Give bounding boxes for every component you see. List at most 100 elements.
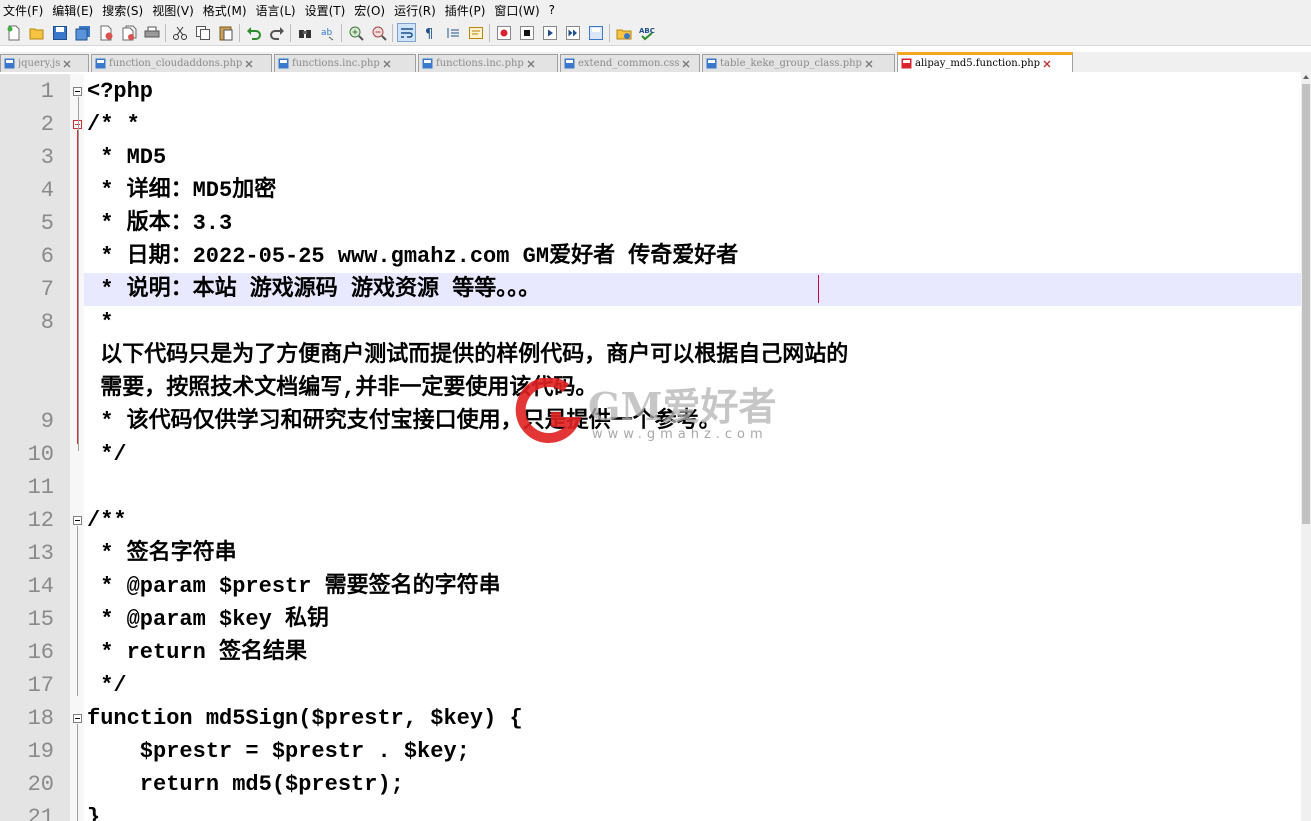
line-number: 1 bbox=[40, 79, 54, 104]
code-line: } bbox=[87, 805, 101, 821]
undo-icon[interactable] bbox=[244, 23, 263, 42]
fold-toggle-icon[interactable] bbox=[73, 516, 82, 525]
menu-macro[interactable]: 宏(O) bbox=[351, 2, 391, 19]
toolbar-separator bbox=[341, 23, 342, 42]
code-line-wrapped: 以下代码只是为了方便商户测试而提供的样例代码，商户可以根据自己网站的 bbox=[87, 343, 849, 368]
line-number: 20 bbox=[27, 772, 54, 797]
replace-icon[interactable]: ab bbox=[318, 23, 337, 42]
line-number: 13 bbox=[27, 541, 54, 566]
close-tab-icon[interactable] bbox=[382, 59, 392, 69]
open-folder-icon[interactable] bbox=[27, 23, 46, 42]
code-line: return md5($prestr); bbox=[87, 772, 404, 797]
save-all-icon[interactable] bbox=[73, 23, 92, 42]
code-line: <?php bbox=[87, 79, 154, 104]
file-icon bbox=[706, 58, 717, 69]
line-number: 8 bbox=[40, 310, 54, 335]
close-tab-icon[interactable] bbox=[62, 59, 72, 69]
code-line: $prestr = $prestr . $key; bbox=[87, 739, 470, 764]
launch-browser-icon[interactable] bbox=[614, 23, 633, 42]
line-number: 11 bbox=[27, 475, 54, 500]
close-tab-icon[interactable] bbox=[244, 59, 254, 69]
tab-jquery-js[interactable]: jquery.js bbox=[0, 54, 89, 72]
tab-alipay-md5-function[interactable]: alipay_md5.function.php bbox=[897, 52, 1073, 72]
copy-icon[interactable] bbox=[193, 23, 212, 42]
line-number: 17 bbox=[27, 673, 54, 698]
line-number: 4 bbox=[40, 178, 54, 203]
close-tab-icon[interactable] bbox=[526, 59, 536, 69]
code-line: * @param $key 私钥 bbox=[87, 607, 330, 632]
menu-edit[interactable]: 编辑(E) bbox=[49, 2, 99, 19]
play-macro-icon[interactable] bbox=[540, 23, 559, 42]
tab-label: functions.inc.php bbox=[436, 58, 524, 69]
fold-toggle-icon[interactable] bbox=[73, 714, 82, 723]
find-icon[interactable] bbox=[295, 23, 314, 42]
line-number: 6 bbox=[40, 244, 54, 269]
code-line: function md5Sign($prestr, $key) { bbox=[87, 706, 523, 731]
file-icon bbox=[422, 58, 433, 69]
close-tab-icon[interactable] bbox=[1042, 59, 1052, 69]
code-line: * 日期：2022-05-25 www.gmahz.com GM爱好者 传奇爱好… bbox=[87, 244, 739, 269]
menu-language[interactable]: 语言(L) bbox=[253, 2, 302, 19]
scrollbar-thumb[interactable] bbox=[1302, 84, 1310, 524]
record-macro-icon[interactable] bbox=[494, 23, 513, 42]
tab-functions-inc-1[interactable]: functions.inc.php bbox=[274, 54, 416, 72]
indent-guide-icon[interactable] bbox=[443, 23, 462, 42]
menu-bar: 文件(F) 编辑(E) 搜索(S) 视图(V) 格式(M) 语言(L) 设置(T… bbox=[0, 0, 1311, 20]
save-macro-icon[interactable] bbox=[586, 23, 605, 42]
cut-icon[interactable] bbox=[170, 23, 189, 42]
toolbar-separator bbox=[239, 23, 240, 42]
close-all-icon[interactable] bbox=[119, 23, 138, 42]
new-file-icon[interactable] bbox=[4, 23, 23, 42]
fold-range-line bbox=[77, 724, 78, 821]
zoom-out-icon[interactable] bbox=[369, 23, 388, 42]
code-line: * MD5 bbox=[87, 145, 167, 170]
line-number: 12 bbox=[27, 508, 54, 533]
close-file-icon[interactable] bbox=[96, 23, 115, 42]
file-icon bbox=[4, 58, 15, 69]
menu-settings[interactable]: 设置(T) bbox=[302, 2, 352, 19]
line-number: 7 bbox=[40, 277, 54, 302]
code-line: * bbox=[87, 310, 114, 335]
line-number: 15 bbox=[27, 607, 54, 632]
fold-toggle-icon[interactable] bbox=[73, 87, 82, 96]
vertical-scrollbar[interactable] bbox=[1301, 72, 1311, 821]
paste-icon[interactable] bbox=[216, 23, 235, 42]
code-line: * return 签名结果 bbox=[87, 640, 308, 665]
close-tab-icon[interactable] bbox=[681, 59, 691, 69]
spell-check-icon[interactable]: ABC bbox=[637, 23, 656, 42]
close-tab-icon[interactable] bbox=[864, 59, 874, 69]
menu-search[interactable]: 搜索(S) bbox=[99, 2, 149, 19]
menu-window[interactable]: 窗口(W) bbox=[491, 2, 545, 19]
line-number: 21 bbox=[27, 805, 54, 821]
save-icon[interactable] bbox=[50, 23, 69, 42]
menu-format[interactable]: 格式(M) bbox=[200, 2, 253, 19]
menu-view[interactable]: 视图(V) bbox=[149, 2, 200, 19]
line-number: 10 bbox=[27, 442, 54, 467]
menu-plugins[interactable]: 插件(P) bbox=[442, 2, 492, 19]
menu-help[interactable]: ? bbox=[546, 3, 561, 17]
toolbar-separator bbox=[290, 23, 291, 42]
scroll-up-arrow-icon[interactable] bbox=[1301, 72, 1311, 82]
tab-table-keke-group-class[interactable]: table_keke_group_class.php bbox=[702, 54, 895, 72]
tab-functions-inc-2[interactable]: functions.inc.php bbox=[418, 54, 558, 72]
show-all-chars-icon[interactable]: ¶ bbox=[420, 23, 439, 42]
tab-label: alipay_md5.function.php bbox=[915, 58, 1041, 69]
print-icon[interactable] bbox=[142, 23, 161, 42]
tab-function-cloudaddons[interactable]: function_cloudaddons.php bbox=[91, 54, 272, 72]
menu-run[interactable]: 运行(R) bbox=[391, 2, 442, 19]
file-modified-icon bbox=[901, 58, 912, 69]
code-line: */ bbox=[87, 673, 127, 698]
run-macro-multiple-icon[interactable] bbox=[563, 23, 582, 42]
line-number: 5 bbox=[40, 211, 54, 236]
tab-extend-common-css[interactable]: extend_common.css bbox=[560, 54, 700, 72]
file-icon bbox=[95, 58, 106, 69]
zoom-in-icon[interactable] bbox=[346, 23, 365, 42]
file-icon bbox=[564, 58, 575, 69]
line-number: 18 bbox=[27, 706, 54, 731]
stop-macro-icon[interactable] bbox=[517, 23, 536, 42]
menu-file[interactable]: 文件(F) bbox=[0, 2, 49, 19]
doc-map-icon[interactable] bbox=[466, 23, 485, 42]
fold-range-line bbox=[78, 97, 79, 451]
word-wrap-icon[interactable] bbox=[397, 23, 416, 42]
redo-icon[interactable] bbox=[267, 23, 286, 42]
